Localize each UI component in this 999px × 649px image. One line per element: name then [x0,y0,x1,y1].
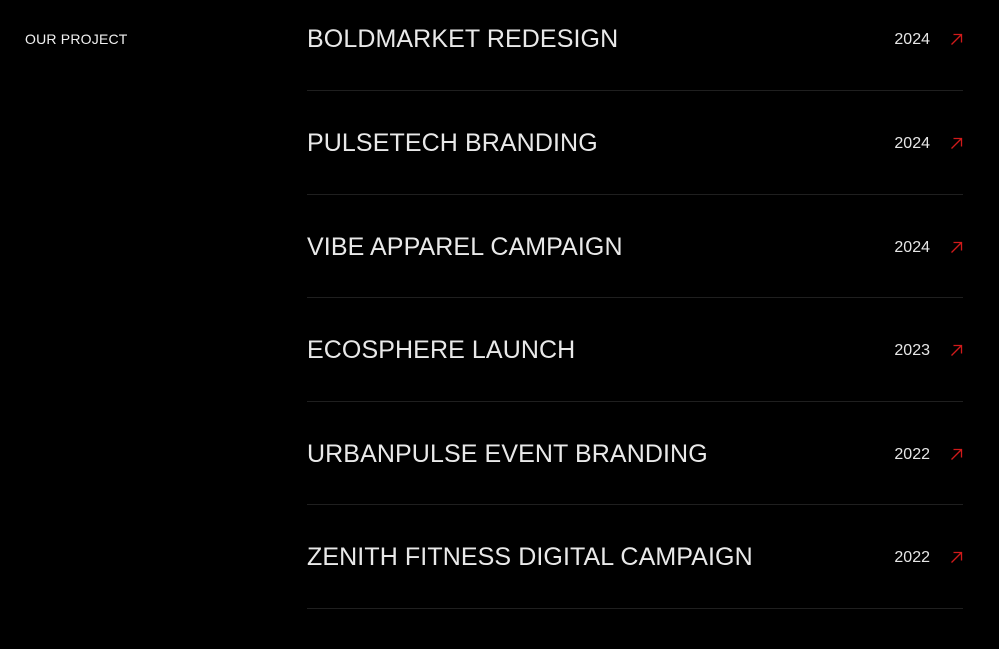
project-title: PULSETECH BRANDING [307,129,598,157]
section-label: OUR PROJECT [25,31,128,47]
project-row[interactable]: ECOSPHERE LAUNCH 2023 [307,298,963,402]
project-year: 2023 [894,342,930,359]
arrow-up-right-icon[interactable] [950,33,963,46]
project-year: 2022 [894,549,930,566]
project-title: ZENITH FITNESS DIGITAL CAMPAIGN [307,543,753,571]
arrow-up-right-icon[interactable] [950,551,963,564]
project-year: 2022 [894,445,930,463]
project-row[interactable]: URBANPULSE EVENT BRANDING 2022 [307,402,963,505]
project-row[interactable]: PULSETECH BRANDING 2024 [307,91,963,195]
project-year: 2024 [894,135,930,152]
project-title: VIBE APPAREL CAMPAIGN [307,232,623,261]
project-year: 2024 [894,238,930,256]
project-year: 2024 [894,31,930,48]
arrow-up-right-icon[interactable] [950,137,963,150]
project-title: BOLDMARKET REDESIGN [307,25,619,53]
project-row[interactable]: ZENITH FITNESS DIGITAL CAMPAIGN 2022 [307,505,963,609]
arrow-up-right-icon[interactable] [950,448,963,461]
project-row[interactable]: VIBE APPAREL CAMPAIGN 2024 [307,195,963,298]
project-title: URBANPULSE EVENT BRANDING [307,439,708,468]
project-list: BOLDMARKET REDESIGN 2024 PULSETECH BRAND… [307,0,963,609]
arrow-up-right-icon[interactable] [950,241,963,254]
project-row[interactable]: BOLDMARKET REDESIGN 2024 [307,0,963,91]
project-title: ECOSPHERE LAUNCH [307,336,576,364]
arrow-up-right-icon[interactable] [950,344,963,357]
